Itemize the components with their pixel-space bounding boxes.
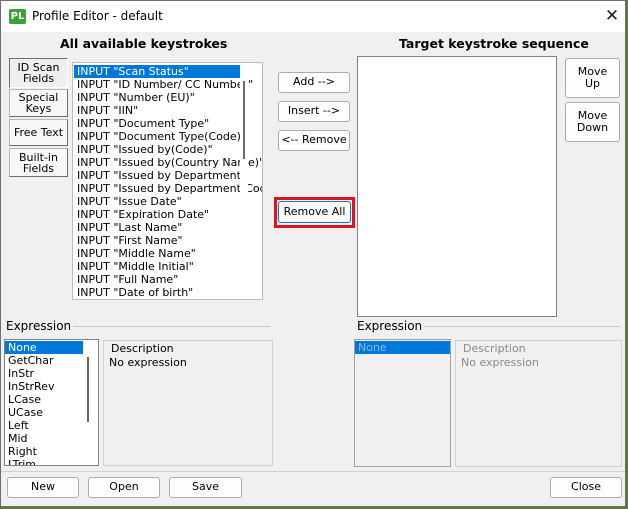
scrollbar-thumb[interactable]: [87, 357, 89, 422]
list-item[interactable]: InStr: [5, 367, 83, 380]
list-item[interactable]: Mid: [5, 432, 83, 445]
expression-left-description-box: Description No expression: [103, 340, 273, 466]
tab-label: Fields: [22, 161, 55, 175]
add-button[interactable]: Add -->: [278, 72, 350, 93]
close-window-icon[interactable]: ✕: [601, 6, 623, 26]
remove-all-button[interactable]: Remove All: [278, 201, 351, 223]
list-item[interactable]: GetChar: [5, 354, 83, 367]
tab-label: Keys: [25, 102, 52, 115]
list-item[interactable]: Left: [5, 419, 83, 432]
remove-button[interactable]: <-- Remove: [278, 130, 350, 151]
list-item[interactable]: INPUT "Document Type(Code)": [74, 130, 248, 143]
list-item[interactable]: None: [5, 341, 83, 354]
list-item[interactable]: Right: [5, 445, 83, 458]
list-item[interactable]: INPUT "Scan Status": [74, 65, 248, 78]
list-item[interactable]: INPUT "Full Name": [74, 273, 248, 286]
list-item[interactable]: INPUT "Issued by(Code)": [74, 143, 248, 156]
list-item[interactable]: INPUT "Issued by(Country Name)": [74, 156, 262, 169]
tab-label: Free Text: [13, 126, 64, 139]
profile-editor-window: PL Profile Editor - default ✕ All availa…: [0, 0, 626, 507]
tab-id-scan-fields[interactable]: ID Scan Fields: [9, 58, 68, 88]
bottom-divider: [1, 471, 625, 472]
insert-button[interactable]: Insert -->: [278, 101, 350, 122]
tab-built-in-fields[interactable]: Built-in Fields: [9, 148, 68, 177]
list-item[interactable]: INPUT "Middle Initial": [74, 260, 248, 273]
button-label: Down: [576, 121, 609, 134]
expression-left-list[interactable]: None GetChar InStr InStrRev LCase UCase …: [4, 339, 99, 466]
expression-scrollbar[interactable]: [84, 340, 92, 465]
app-logo-icon: PL: [9, 9, 26, 24]
expression-left-divider: [73, 326, 270, 327]
available-keystrokes-header: All available keystrokes: [60, 36, 228, 51]
close-button[interactable]: Close: [550, 477, 622, 498]
tab-label: Fields: [22, 72, 55, 85]
list-item[interactable]: LCase: [5, 393, 83, 406]
list-item[interactable]: None: [355, 341, 450, 354]
list-item[interactable]: INPUT "Middle Name": [74, 247, 248, 260]
list-item[interactable]: INPUT "IIN": [74, 104, 248, 117]
new-button[interactable]: New: [7, 477, 79, 498]
list-item[interactable]: INPUT "Expiration Date": [74, 208, 248, 221]
scrollbar-thumb[interactable]: [243, 81, 245, 159]
list-item[interactable]: UCase: [5, 406, 83, 419]
list-item[interactable]: INPUT "Issued by Department": [74, 169, 248, 182]
expression-right-description-box: Description No expression: [455, 340, 622, 467]
available-keystrokes-frame: INPUT "Scan Status" INPUT "ID Number/ CC…: [72, 62, 263, 300]
button-label: Move: [577, 64, 608, 78]
move-down-button[interactable]: Move Down: [565, 102, 620, 142]
list-item[interactable]: INPUT "Date of birth": [74, 286, 248, 299]
tab-special-keys[interactable]: Special Keys: [9, 89, 68, 117]
description-text: No expression: [461, 356, 539, 369]
button-label: Up: [584, 77, 601, 90]
button-label: Move: [577, 108, 608, 122]
expression-right-list[interactable]: None: [354, 339, 451, 467]
list-item[interactable]: INPUT "Issue Date": [74, 195, 248, 208]
target-sequence-header: Target keystroke sequence: [399, 36, 589, 51]
list-item[interactable]: INPUT "Issued by Department(Code": [74, 182, 262, 195]
description-label: Description: [463, 342, 526, 355]
keystrokes-scrollbar[interactable]: [240, 63, 248, 299]
description-label: Description: [111, 342, 174, 355]
move-up-button[interactable]: Move Up: [565, 58, 620, 98]
save-button[interactable]: Save: [169, 477, 242, 498]
target-sequence-list[interactable]: [357, 56, 557, 317]
available-keystrokes-list[interactable]: INPUT "Scan Status" INPUT "ID Number/ CC…: [74, 65, 262, 299]
open-button[interactable]: Open: [88, 477, 160, 498]
list-item[interactable]: InStrRev: [5, 380, 83, 393]
window-title: Profile Editor - default: [32, 9, 163, 23]
list-item[interactable]: INPUT "Number (EU)": [74, 91, 248, 104]
title-bar: PL Profile Editor - default ✕: [1, 1, 625, 32]
list-item[interactable]: LTrim: [5, 458, 83, 465]
expression-right-title: Expression: [357, 319, 423, 333]
tab-free-text[interactable]: Free Text: [9, 119, 68, 146]
list-item[interactable]: INPUT "Document Type": [74, 117, 248, 130]
list-item[interactable]: INPUT "ID Number/ CC Number": [74, 78, 253, 91]
expression-right-divider: [424, 326, 620, 327]
list-item[interactable]: INPUT "First Name": [74, 234, 248, 247]
description-text: No expression: [109, 356, 187, 369]
list-item[interactable]: INPUT "Last Name": [74, 221, 248, 234]
expression-left-title: Expression: [6, 319, 72, 333]
